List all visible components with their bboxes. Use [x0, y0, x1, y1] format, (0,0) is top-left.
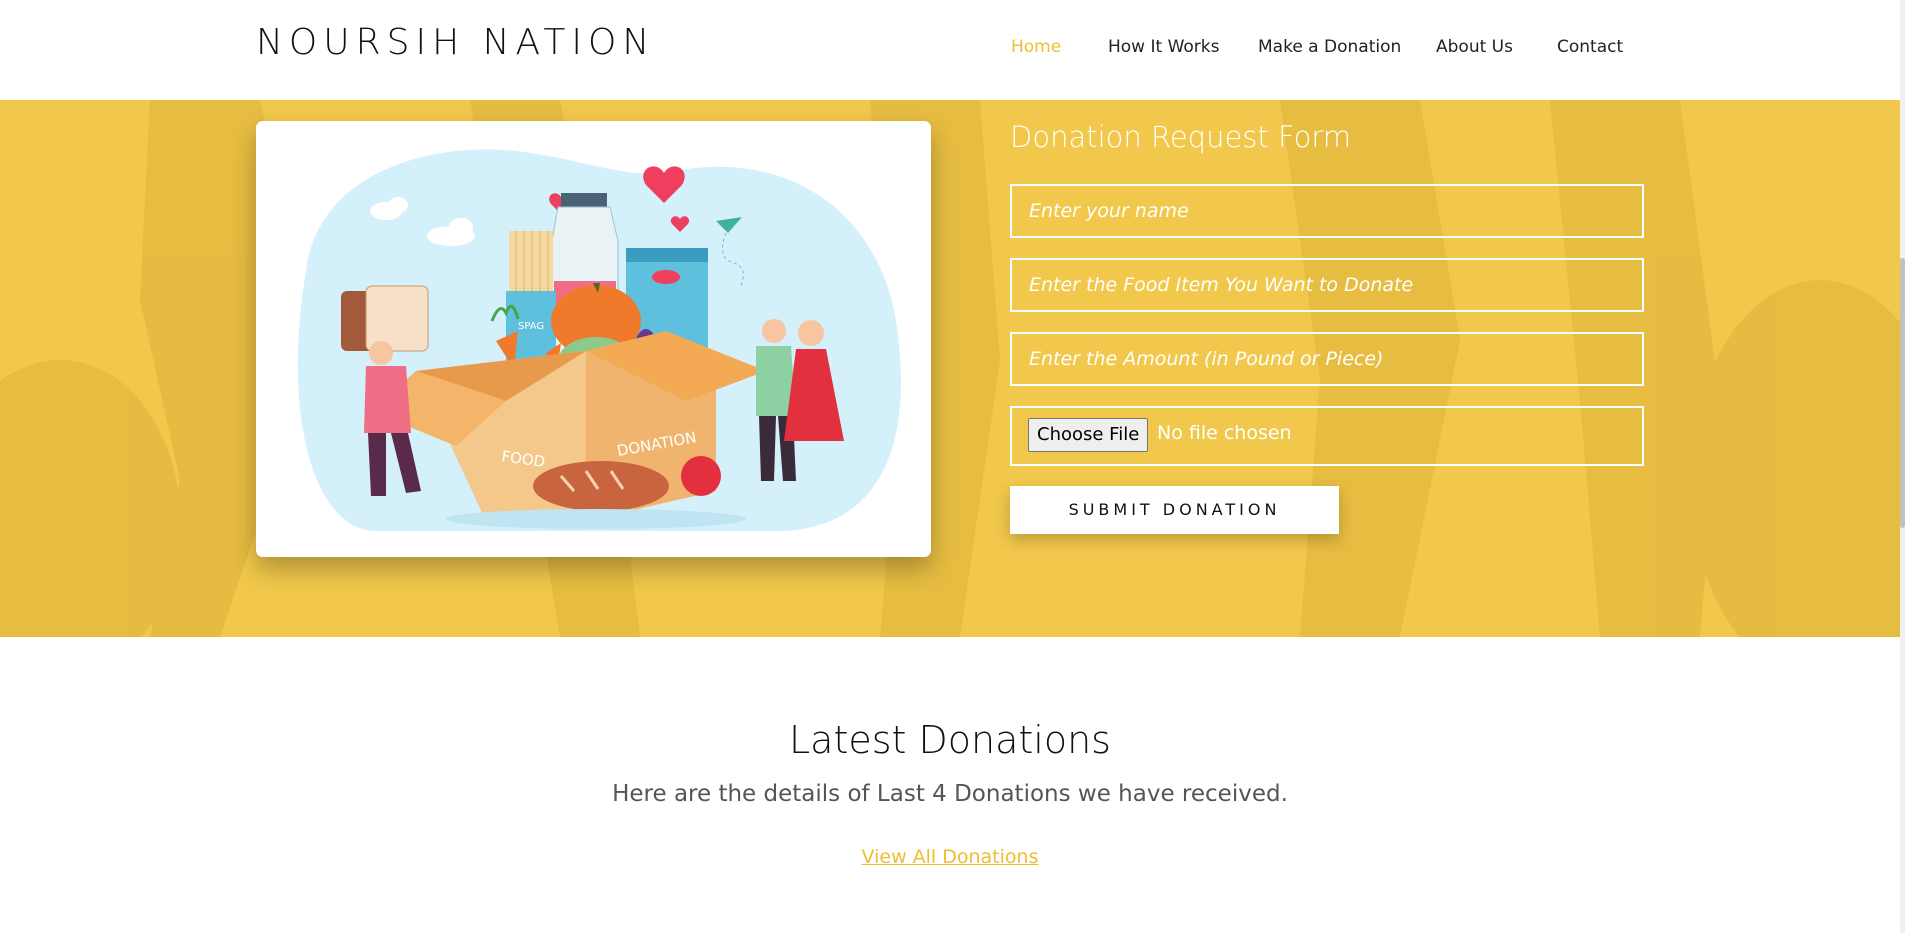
- nav-item-home[interactable]: Home: [1011, 37, 1061, 57]
- nav-item-make-donation[interactable]: Make a Donation: [1258, 37, 1401, 57]
- name-field[interactable]: [1010, 184, 1644, 238]
- scrollbar-thumb[interactable]: [1900, 258, 1905, 528]
- file-upload-field[interactable]: Choose File No file chosen: [1010, 406, 1644, 466]
- food-donation-illustration: SPAG FOOD DONATION: [256, 121, 931, 557]
- file-status-text: No file chosen: [1157, 422, 1292, 444]
- view-all-donations-link[interactable]: View All Donations: [862, 846, 1039, 868]
- view-all-wrapper: View All Donations: [0, 846, 1900, 868]
- amount-input[interactable]: [1012, 334, 1642, 384]
- form-title: Donation Request Form: [1010, 120, 1352, 154]
- nav-item-contact[interactable]: Contact: [1557, 37, 1623, 57]
- latest-donations-subtitle: Here are the details of Last 4 Donations…: [612, 781, 1288, 807]
- page-scrollbar[interactable]: [1900, 0, 1905, 933]
- donation-illustration-card: SPAG FOOD DONATION: [256, 121, 931, 557]
- latest-donations-title: Latest Donations: [789, 718, 1111, 762]
- nav-item-how-it-works[interactable]: How It Works: [1108, 37, 1219, 57]
- top-navbar: NOURSIH NATION Home How It Works Make a …: [0, 0, 1905, 100]
- amount-field[interactable]: [1010, 332, 1644, 386]
- choose-file-button[interactable]: Choose File: [1028, 418, 1149, 452]
- spaghetti-pack-label: SPAG: [518, 321, 544, 332]
- nav-menu: Home How It Works Make a Donation About …: [0, 37, 1905, 61]
- food-item-input[interactable]: [1012, 260, 1642, 310]
- nav-item-about-us[interactable]: About Us: [1436, 37, 1513, 57]
- submit-donation-button[interactable]: SUBMIT DONATION: [1010, 486, 1339, 534]
- name-input[interactable]: [1012, 186, 1642, 236]
- food-item-field[interactable]: [1010, 258, 1644, 312]
